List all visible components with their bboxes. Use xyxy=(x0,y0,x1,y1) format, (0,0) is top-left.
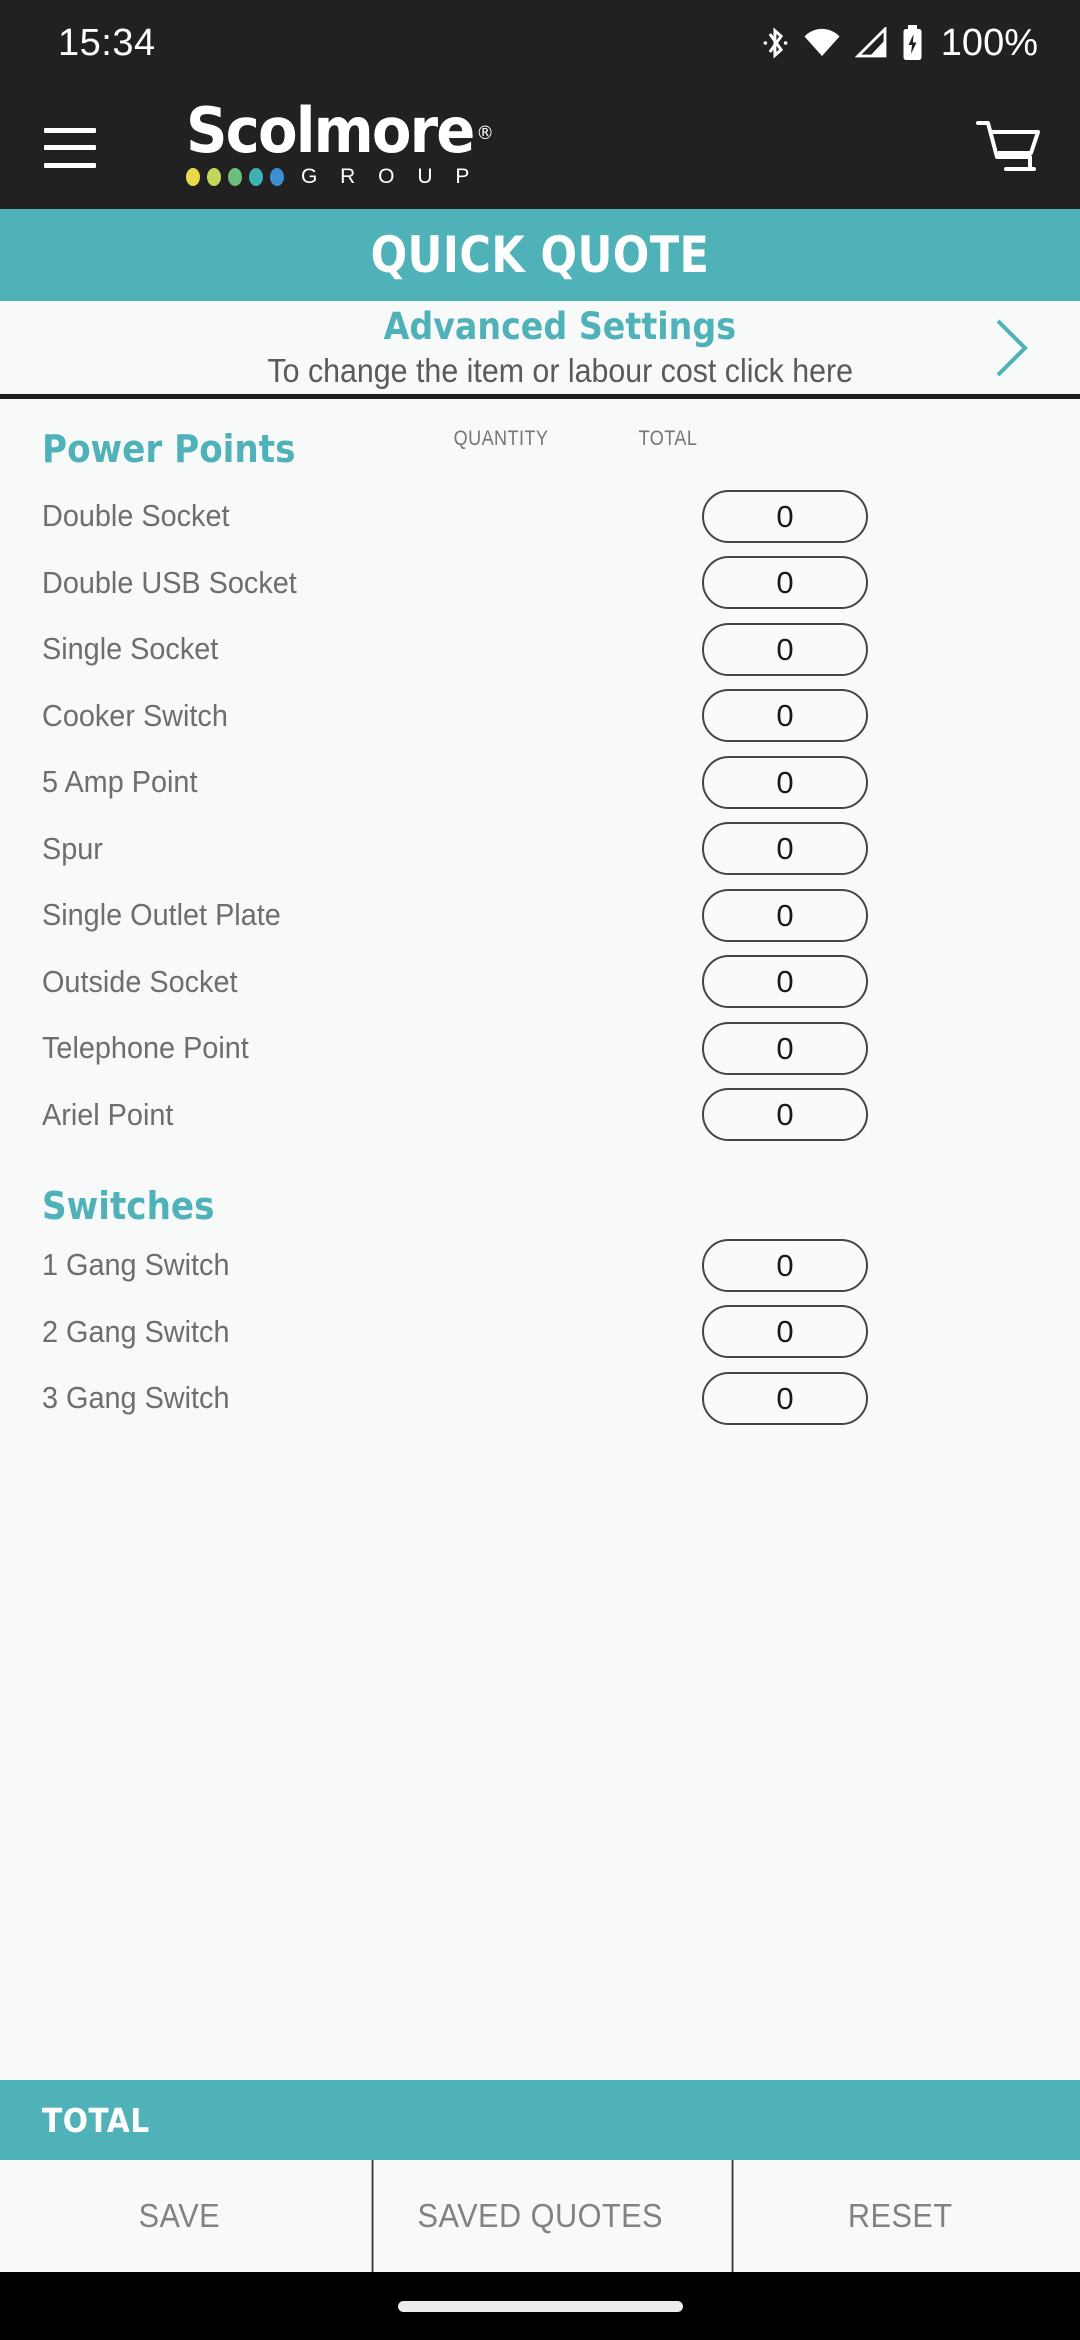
brand-dot-2 xyxy=(207,168,221,186)
table-row[interactable]: 1 Gang Switch 0 xyxy=(42,1232,1038,1299)
quantity-input[interactable]: 0 xyxy=(702,689,868,743)
status-bar: 15:34 100% xyxy=(0,0,1080,86)
brand-dots xyxy=(186,168,284,186)
item-label: Single Socket xyxy=(42,631,219,667)
quantity-input[interactable]: 0 xyxy=(702,1021,868,1075)
column-header-quantity: QUANTITY xyxy=(453,427,549,450)
app-bar: Scolmore ® G R O U P xyxy=(0,86,1080,209)
brand-name: Scolmore ® xyxy=(186,100,494,162)
page-title-banner: QUICK QUOTE xyxy=(0,209,1080,301)
home-gesture-pill[interactable] xyxy=(397,2300,683,2312)
battery-charging-icon xyxy=(902,25,923,61)
table-row[interactable]: Cooker Switch 0 xyxy=(42,683,1038,750)
quantity-input[interactable]: 0 xyxy=(702,1371,868,1425)
table-row[interactable]: Spur 0 xyxy=(42,816,1038,883)
bluetooth-icon xyxy=(762,25,789,61)
table-row[interactable]: 3 Gang Switch 0 xyxy=(42,1365,1038,1432)
quantity-input[interactable]: 0 xyxy=(702,556,868,610)
shopping-cart-icon[interactable] xyxy=(976,117,1042,179)
table-row[interactable]: Outside Socket 0 xyxy=(42,949,1038,1016)
item-label: Double USB Socket xyxy=(42,564,297,600)
system-navigation-bar xyxy=(0,2272,1080,2340)
quantity-input[interactable]: 0 xyxy=(702,955,868,1009)
advanced-settings-text: Advanced Settings To change the item or … xyxy=(0,305,1080,390)
item-label: Spur xyxy=(42,830,103,866)
app-screen: 15:34 100% Scolmore ® G R O U P QUICK QU… xyxy=(0,0,1080,2340)
table-row[interactable]: Single Outlet Plate 0 xyxy=(42,882,1038,949)
total-label: TOTAL xyxy=(42,2100,150,2140)
battery-percent-label: 100% xyxy=(940,21,1038,64)
table-row[interactable]: Ariel Point 0 xyxy=(42,1082,1038,1149)
section-title: Power Points xyxy=(42,427,296,471)
item-label: 1 Gang Switch xyxy=(42,1247,230,1283)
advanced-settings-subtitle: To change the item or labour cost click … xyxy=(267,352,853,389)
item-label: 2 Gang Switch xyxy=(42,1313,230,1349)
brand-dot-1 xyxy=(186,168,200,186)
table-row[interactable]: 2 Gang Switch 0 xyxy=(42,1299,1038,1366)
section-title: Switches xyxy=(42,1184,215,1228)
item-label: Outside Socket xyxy=(42,963,238,999)
quantity-input[interactable]: 0 xyxy=(702,888,868,942)
item-label: Ariel Point xyxy=(42,1096,174,1132)
action-bar: SAVE SAVED QUOTES RESET xyxy=(0,2160,1080,2272)
item-label: Double Socket xyxy=(42,498,230,534)
quantity-input[interactable]: 0 xyxy=(702,1238,868,1292)
registered-mark: ® xyxy=(476,122,494,144)
brand-dot-3 xyxy=(228,168,242,186)
saved-quotes-button[interactable]: SAVED QUOTES xyxy=(371,2160,706,2272)
advanced-settings-row[interactable]: Advanced Settings To change the item or … xyxy=(0,301,1080,399)
reset-button[interactable]: RESET xyxy=(731,2160,1067,2272)
table-row[interactable]: Telephone Point 0 xyxy=(42,1015,1038,1082)
item-label: Telephone Point xyxy=(42,1030,249,1066)
status-icon-group: 100% xyxy=(762,22,1038,65)
brand-subtitle-row: G R O U P xyxy=(186,165,478,189)
hamburger-menu-icon[interactable] xyxy=(44,127,96,168)
wifi-icon xyxy=(803,27,841,59)
column-header-total: TOTAL xyxy=(638,427,698,450)
quantity-input[interactable]: 0 xyxy=(702,1305,868,1359)
quantity-input[interactable]: 0 xyxy=(702,1088,868,1142)
item-label: 5 Amp Point xyxy=(42,764,198,800)
brand-dot-5 xyxy=(270,168,284,186)
table-row[interactable]: Double USB Socket 0 xyxy=(42,550,1038,617)
quantity-input[interactable]: 0 xyxy=(702,489,868,543)
advanced-settings-title: Advanced Settings xyxy=(383,305,737,348)
table-row[interactable]: 5 Amp Point 0 xyxy=(42,749,1038,816)
page-title: QUICK QUOTE xyxy=(370,226,710,284)
section-header-switches: Switches xyxy=(42,1148,1038,1232)
quantity-input[interactable]: 0 xyxy=(702,822,868,876)
quote-item-list[interactable]: Power Points QUANTITY TOTAL Double Socke… xyxy=(0,399,1080,2080)
quantity-input[interactable]: 0 xyxy=(702,755,868,809)
quantity-input[interactable]: 0 xyxy=(702,622,868,676)
chevron-right-icon[interactable] xyxy=(992,317,1032,379)
table-row[interactable]: Single Socket 0 xyxy=(42,616,1038,683)
status-time: 15:34 xyxy=(58,21,156,64)
cellular-signal-icon xyxy=(854,27,888,59)
brand-dot-4 xyxy=(249,168,263,186)
item-label: Single Outlet Plate xyxy=(42,897,281,933)
section-header-power-points: Power Points QUANTITY TOTAL xyxy=(42,399,1038,483)
item-label: 3 Gang Switch xyxy=(42,1380,230,1416)
brand-subtitle: G R O U P xyxy=(301,165,478,188)
brand-logo: Scolmore ® G R O U P xyxy=(186,100,495,189)
save-button[interactable]: SAVE xyxy=(13,2160,347,2272)
total-bar: TOTAL xyxy=(0,2080,1080,2160)
item-label: Cooker Switch xyxy=(42,697,228,733)
table-row[interactable]: Double Socket 0 xyxy=(42,483,1038,550)
brand-name-text: Scolmore xyxy=(186,94,475,167)
